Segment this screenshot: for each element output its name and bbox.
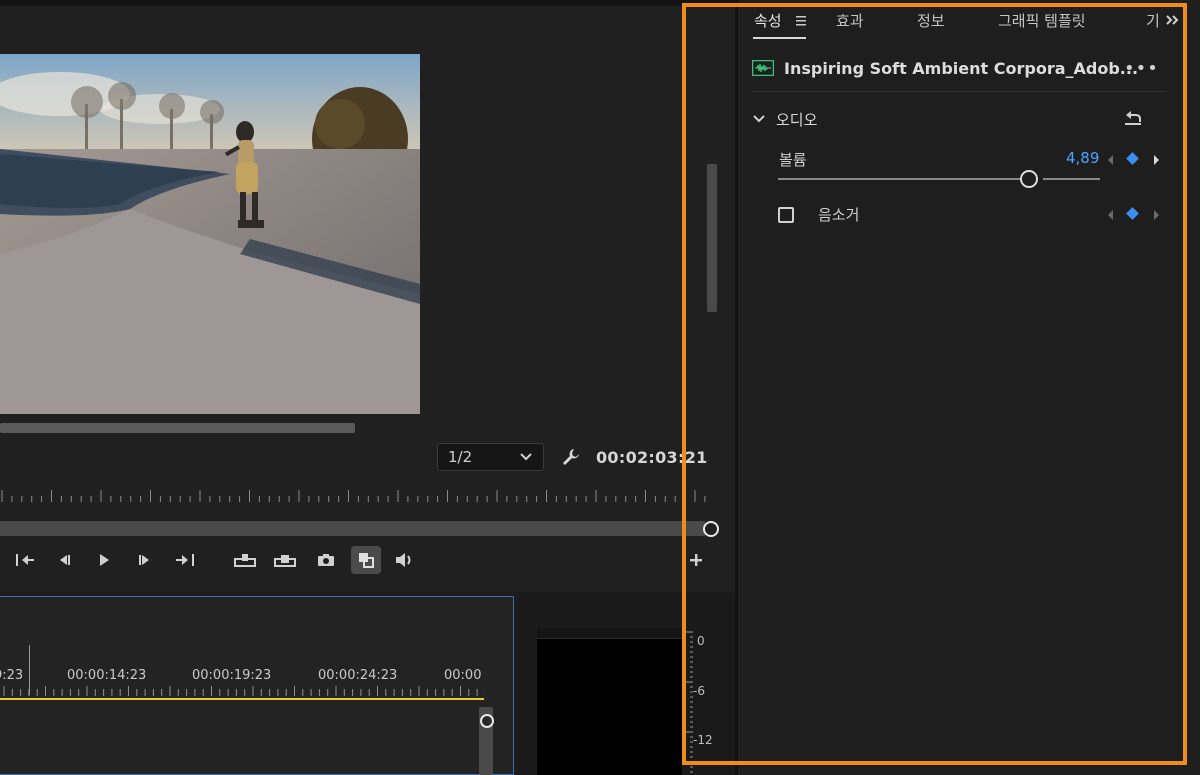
clip-name: Inspiring Soft Ambient Corpora_Adob... bbox=[784, 58, 1139, 78]
plus-icon bbox=[690, 554, 702, 566]
play-button[interactable] bbox=[89, 546, 119, 574]
tab-graphic-templates[interactable]: 그래픽 템플릿 bbox=[998, 10, 1086, 31]
caret-left-icon bbox=[1108, 155, 1113, 165]
active-tab-indicator bbox=[753, 37, 806, 39]
audio-meter-header bbox=[537, 628, 682, 639]
settings-wrench-icon[interactable] bbox=[560, 446, 582, 468]
audio-meter-scale bbox=[686, 631, 693, 773]
monitor-time-ruler[interactable] bbox=[0, 488, 712, 502]
playhead-timecode[interactable]: 00:02:03:21 bbox=[596, 448, 708, 467]
go-to-in-icon bbox=[16, 554, 34, 566]
ruler-label: 00:00 bbox=[444, 668, 482, 683]
db-label: 0 bbox=[697, 634, 705, 648]
audio-clip-icon bbox=[752, 60, 774, 76]
clip-header: Inspiring Soft Ambient Corpora_Adob... bbox=[752, 56, 1162, 80]
work-area-bar[interactable] bbox=[0, 698, 484, 700]
more-options-button[interactable]: ••• bbox=[1124, 58, 1159, 79]
divider bbox=[752, 91, 1166, 92]
ruler-label: 00:00:24:23 bbox=[318, 668, 398, 683]
scrub-handle[interactable] bbox=[703, 521, 719, 537]
db-label: -12 bbox=[693, 733, 713, 747]
mute-prev-keyframe-button[interactable] bbox=[1106, 207, 1116, 226]
chevron-down-icon bbox=[520, 453, 532, 461]
section-title: 오디오 bbox=[776, 110, 818, 129]
timeline-ruler-ticks[interactable] bbox=[0, 686, 485, 696]
camera-icon bbox=[318, 554, 334, 566]
monitor-vertical-scrollbar[interactable] bbox=[707, 164, 717, 312]
keyframe-diamond-icon bbox=[1126, 207, 1139, 220]
volume-slider-track[interactable] bbox=[778, 178, 1100, 180]
audio-section-header[interactable]: 오디오 bbox=[752, 108, 817, 130]
step-forward-button[interactable] bbox=[129, 546, 159, 574]
add-keyframe-button[interactable] bbox=[1126, 152, 1139, 165]
tab-effects[interactable]: 효과 bbox=[836, 10, 864, 31]
volume-label: 볼륨 bbox=[779, 151, 807, 169]
export-frame-button[interactable] bbox=[311, 546, 341, 574]
next-keyframe-button[interactable] bbox=[1151, 152, 1161, 171]
step-back-icon bbox=[60, 555, 70, 565]
volume-value[interactable]: 4,89 bbox=[1066, 149, 1099, 167]
button-editor-button[interactable] bbox=[681, 546, 711, 574]
caret-right-icon bbox=[1154, 155, 1159, 165]
monitor-scrub-bar[interactable] bbox=[0, 521, 705, 536]
insert-icon bbox=[234, 554, 256, 567]
chevron-down-icon[interactable] bbox=[752, 114, 766, 124]
comparison-view-button[interactable] bbox=[351, 546, 381, 574]
video-preview bbox=[0, 54, 420, 414]
audio-meter-display bbox=[537, 628, 682, 775]
reset-icon[interactable] bbox=[1123, 109, 1143, 127]
speaker-icon bbox=[396, 553, 411, 567]
go-to-in-button[interactable] bbox=[10, 546, 40, 574]
mute-label: 음소거 bbox=[818, 206, 860, 224]
tab-info[interactable]: 정보 bbox=[917, 10, 945, 31]
db-label: -6 bbox=[693, 684, 705, 698]
insert-button[interactable] bbox=[230, 546, 260, 574]
go-to-out-button[interactable] bbox=[170, 546, 200, 574]
ruler-label: 9:23 bbox=[0, 668, 24, 683]
volume-button[interactable] bbox=[390, 546, 420, 574]
ruler-label: 00:00:14:23 bbox=[67, 668, 147, 683]
overwrite-icon bbox=[274, 555, 296, 567]
keyframe-diamond-icon bbox=[1126, 152, 1139, 165]
timeline-zoom-handle[interactable] bbox=[480, 714, 494, 728]
tab-properties[interactable]: 속성 bbox=[754, 10, 782, 31]
prev-keyframe-button[interactable] bbox=[1106, 152, 1116, 171]
tab-truncated[interactable]: 기 bbox=[1146, 10, 1158, 31]
play-icon bbox=[100, 554, 109, 566]
double-chevron-right-icon[interactable] bbox=[1164, 12, 1180, 28]
resolution-dropdown[interactable]: 1/2 bbox=[437, 443, 544, 471]
step-forward-icon bbox=[139, 555, 149, 565]
overwrite-button[interactable] bbox=[270, 546, 300, 574]
ruler-label: 00:00:19:23 bbox=[192, 668, 272, 683]
mute-add-keyframe-button[interactable] bbox=[1126, 207, 1139, 220]
caret-left-icon bbox=[1108, 210, 1113, 220]
hamburger-menu-icon[interactable] bbox=[795, 15, 807, 27]
comparison-view-icon bbox=[359, 553, 374, 568]
caret-right-icon bbox=[1154, 210, 1159, 220]
step-back-button[interactable] bbox=[50, 546, 80, 574]
mute-next-keyframe-button[interactable] bbox=[1151, 207, 1161, 226]
monitor-top-border bbox=[0, 0, 735, 6]
go-to-out-icon bbox=[176, 554, 194, 566]
mute-checkbox[interactable] bbox=[778, 207, 794, 223]
monitor-horizontal-scrollbar[interactable] bbox=[0, 423, 355, 433]
resolution-value: 1/2 bbox=[448, 448, 473, 466]
